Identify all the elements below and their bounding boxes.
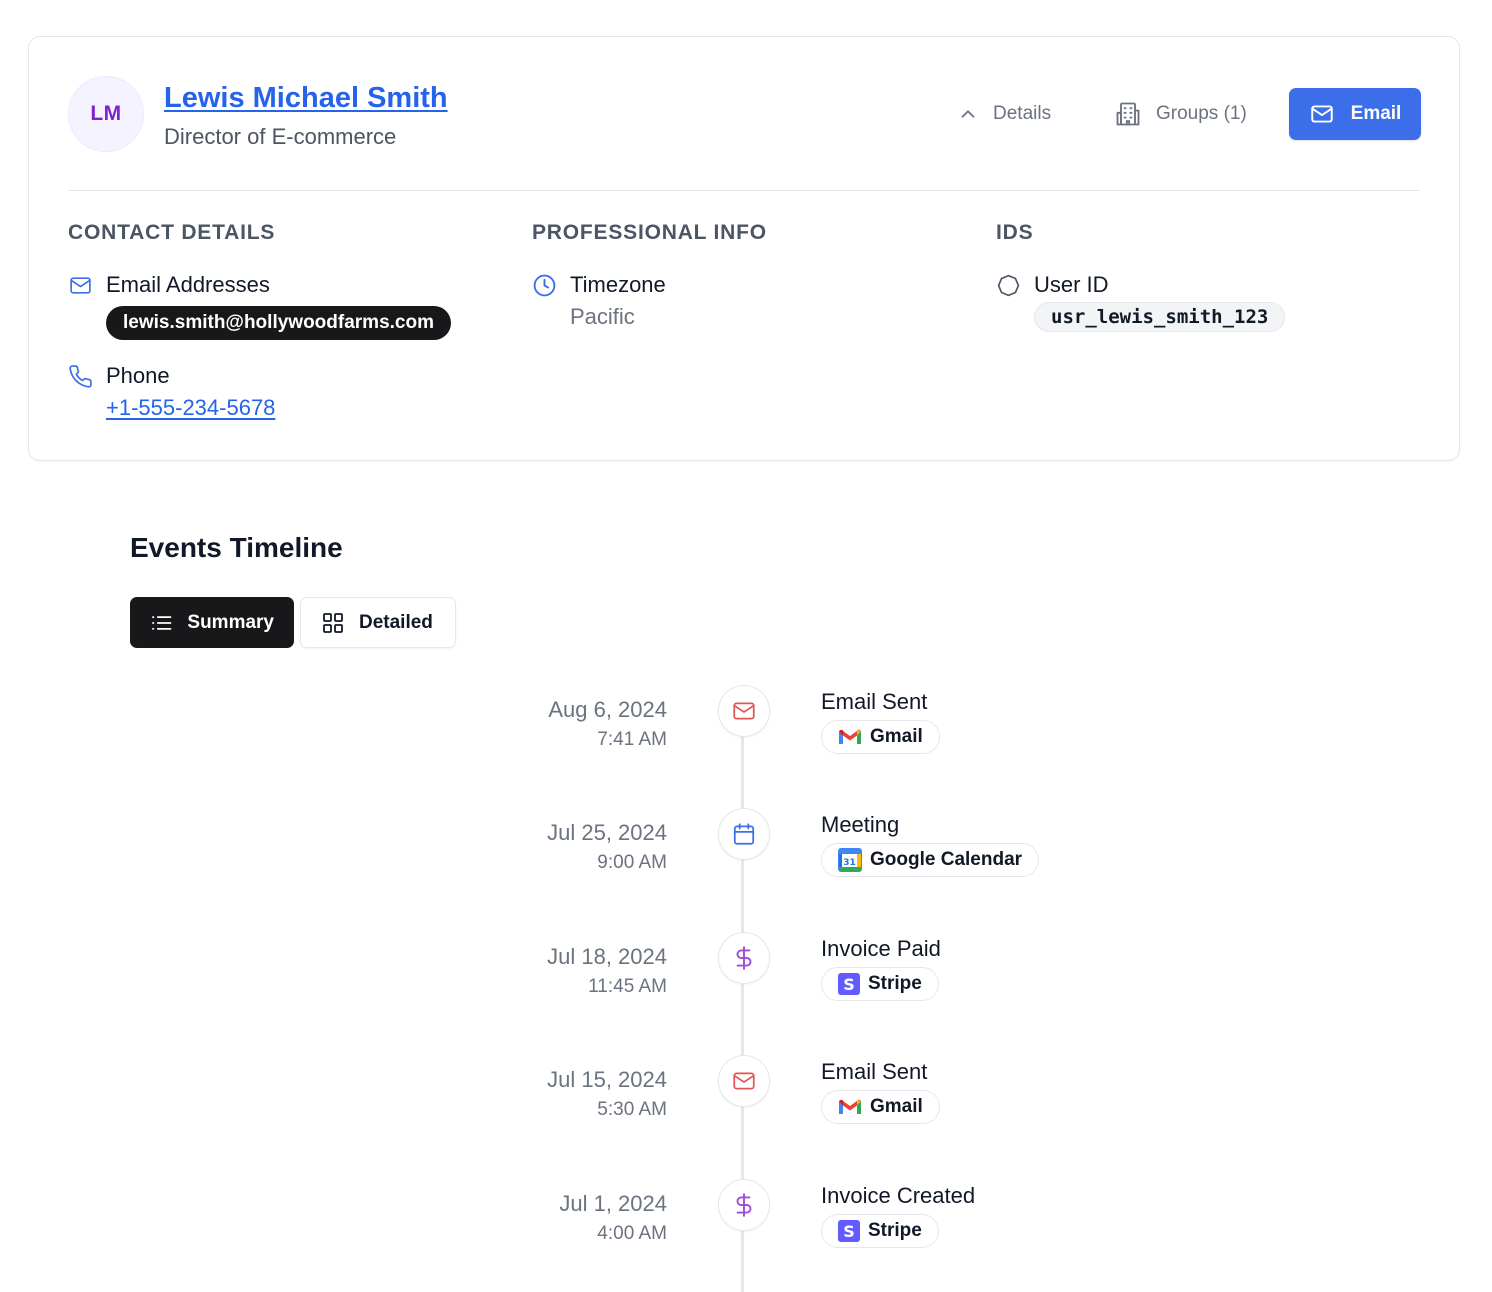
- clock-icon: [533, 274, 556, 297]
- events-timeline-title: Events Timeline: [130, 532, 343, 563]
- chevron-up-icon: [961, 110, 975, 118]
- event-datetime: Jul 15, 2024 5:30 AM: [547, 1067, 667, 1121]
- calendar-icon: [733, 823, 755, 845]
- event-date: Jul 15, 2024: [547, 1067, 667, 1092]
- event-source-label: Gmail: [870, 1096, 923, 1117]
- timezone-row: Timezone Pacific: [532, 272, 666, 330]
- event-source-label: Gmail: [870, 726, 923, 747]
- event-source-chip[interactable]: Gmail: [821, 720, 940, 754]
- svg-text:S: S: [843, 975, 855, 994]
- timeline-event: Jul 18, 2024 11:45 AM Invoice Paid S Str…: [0, 932, 1492, 1044]
- contact-details-heading: CONTACT DETAILS: [68, 221, 276, 244]
- id-badge-icon: [997, 274, 1020, 297]
- event-title: Invoice Created: [821, 1183, 976, 1208]
- event-date: Jul 18, 2024: [547, 944, 667, 969]
- event-datetime: Jul 25, 2024 9:00 AM: [547, 820, 667, 874]
- event-title: Email Sent: [821, 1059, 928, 1084]
- gmail-logo-icon: [839, 729, 861, 744]
- details-toggle-button[interactable]: Details: [957, 89, 1051, 139]
- mail-icon: [1310, 105, 1333, 123]
- phone-link[interactable]: +1-555-234-5678: [106, 395, 275, 421]
- event-type-badge: [718, 685, 770, 737]
- email-addresses-label: Email Addresses: [106, 272, 270, 297]
- header-divider: [68, 190, 1420, 191]
- event-title: Meeting: [821, 812, 900, 837]
- email-button[interactable]: Email: [1289, 88, 1421, 140]
- summary-label: Summary: [187, 611, 274, 633]
- summary-view-button[interactable]: Summary: [130, 597, 294, 648]
- details-label: Details: [993, 103, 1052, 124]
- event-date: Jul 25, 2024: [547, 820, 667, 845]
- user-id-chip: usr_lewis_smith_123: [1034, 302, 1286, 332]
- event-title: Email Sent: [821, 689, 928, 714]
- event-title: Invoice Paid: [821, 936, 941, 961]
- timeline-event: Jul 25, 2024 9:00 AM Meeting 31 Google C…: [0, 808, 1492, 920]
- timezone-value: Pacific: [570, 304, 635, 329]
- event-source-label: Google Calendar: [870, 849, 1023, 870]
- timeline-event: Aug 6, 2024 7:41 AM Email Sent Gmail: [0, 685, 1492, 797]
- event-time: 5:30 AM: [597, 1099, 667, 1120]
- contact-name-link[interactable]: Lewis Michael Smith: [164, 82, 448, 115]
- grid-icon: [323, 612, 343, 633]
- job-title: Director of E-commerce: [164, 124, 397, 149]
- user-id-row: User ID usr_lewis_smith_123: [996, 272, 1286, 332]
- email-button-label: Email: [1350, 103, 1402, 124]
- event-type-badge: [718, 808, 770, 860]
- google-calendar-logo-icon: 31: [838, 848, 862, 872]
- avatar-initials: LM: [90, 102, 122, 125]
- groups-button[interactable]: Groups (1): [1114, 89, 1247, 139]
- mail-icon: [733, 1072, 755, 1090]
- timeline-event: Jul 1, 2024 4:00 AM Invoice Created S St…: [0, 1179, 1492, 1291]
- email-address-chip[interactable]: lewis.smith@hollywoodfarms.com: [106, 306, 451, 340]
- event-date: Aug 6, 2024: [548, 697, 667, 722]
- event-date: Jul 1, 2024: [559, 1191, 667, 1216]
- event-time: 9:00 AM: [597, 852, 667, 873]
- dollar-icon: [736, 1193, 752, 1217]
- event-time: 11:45 AM: [588, 976, 667, 997]
- stripe-logo-icon: S: [838, 973, 860, 995]
- event-datetime: Aug 6, 2024 7:41 AM: [548, 697, 667, 751]
- event-datetime: Jul 18, 2024 11:45 AM: [547, 944, 667, 998]
- svg-text:31: 31: [843, 858, 856, 868]
- event-source-chip[interactable]: S Stripe: [821, 967, 939, 1001]
- stripe-logo-icon: S: [838, 1220, 860, 1242]
- event-time: 4:00 AM: [597, 1223, 667, 1244]
- event-type-badge: [718, 1055, 770, 1107]
- dollar-icon: [736, 946, 752, 970]
- timeline-event: Jul 15, 2024 5:30 AM Email Sent Gmail: [0, 1055, 1492, 1167]
- event-datetime: Jul 1, 2024 4:00 AM: [559, 1191, 667, 1245]
- list-icon: [152, 615, 172, 630]
- building-icon: [1116, 102, 1140, 126]
- ids-heading: IDS: [996, 221, 1034, 244]
- detailed-view-button[interactable]: Detailed: [300, 597, 456, 648]
- event-source-chip[interactable]: 31 Google Calendar: [821, 843, 1040, 877]
- event-source-label: Stripe: [868, 973, 922, 994]
- event-type-badge: [718, 1179, 770, 1231]
- detailed-label: Detailed: [359, 611, 433, 633]
- timezone-label: Timezone: [570, 272, 666, 297]
- event-time: 7:41 AM: [597, 729, 667, 750]
- mail-icon: [733, 702, 755, 720]
- event-source-label: Stripe: [868, 1220, 922, 1241]
- avatar: LM: [68, 76, 144, 152]
- phone-icon: [69, 365, 92, 388]
- groups-label: Groups (1): [1156, 103, 1247, 124]
- event-source-chip[interactable]: Gmail: [821, 1090, 940, 1124]
- contact-card: LM Lewis Michael Smith Director of E-com…: [28, 36, 1460, 461]
- user-id-label: User ID: [1034, 272, 1109, 297]
- phone-row: Phone +1-555-234-5678: [68, 363, 275, 421]
- phone-label: Phone: [106, 363, 170, 388]
- mail-icon: [70, 277, 91, 294]
- event-type-badge: [718, 932, 770, 984]
- svg-text:S: S: [843, 1222, 855, 1241]
- professional-info-heading: PROFESSIONAL INFO: [532, 221, 767, 244]
- event-source-chip[interactable]: S Stripe: [821, 1214, 939, 1248]
- email-addresses-row: Email Addresses lewis.smith@hollywoodfar…: [68, 272, 451, 340]
- gmail-logo-icon: [839, 1099, 861, 1114]
